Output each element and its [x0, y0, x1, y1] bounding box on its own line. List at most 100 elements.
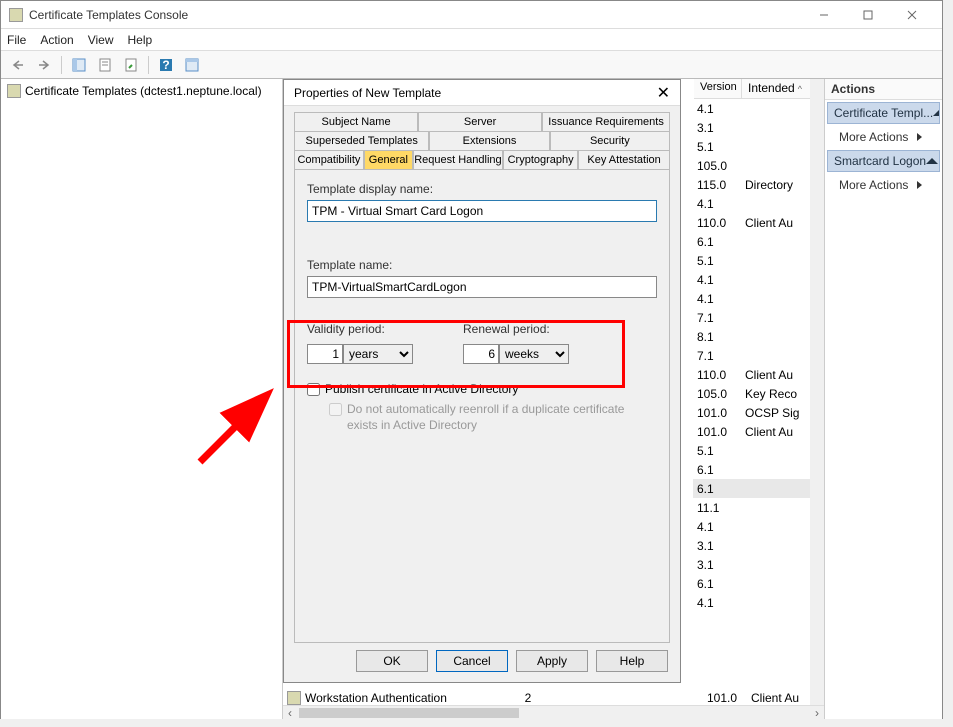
- properties-button[interactable]: [94, 54, 116, 76]
- more-actions-2[interactable]: More Actions: [825, 174, 942, 196]
- close-button[interactable]: [890, 1, 934, 29]
- list-row[interactable]: 6.1: [693, 460, 824, 479]
- list-row[interactable]: 5.1: [693, 441, 824, 460]
- properties-dialog: Properties of New Template ✕ Subject Nam…: [283, 79, 681, 683]
- list-row[interactable]: 3.1: [693, 536, 824, 555]
- toolbar: ?: [1, 51, 942, 79]
- list-row[interactable]: 101.0OCSP Sig: [693, 403, 824, 422]
- list-row[interactable]: 6.1: [693, 574, 824, 593]
- actions-group-smartcard[interactable]: Smartcard Logon: [827, 150, 940, 172]
- horizontal-scrollbar[interactable]: ‹ ›: [283, 705, 824, 719]
- validity-value-input[interactable]: [307, 344, 343, 364]
- tab-general[interactable]: General: [364, 150, 413, 169]
- list-row[interactable]: 4.1: [693, 517, 824, 536]
- list-row[interactable]: 110.0Client Au: [693, 365, 824, 384]
- cancel-button[interactable]: Cancel: [436, 650, 508, 672]
- maximize-button[interactable]: [846, 1, 890, 29]
- tab-compatibility[interactable]: Compatibility: [294, 150, 364, 169]
- list-row[interactable]: 8.1: [693, 327, 824, 346]
- list-row[interactable]: 6.1: [693, 232, 824, 251]
- show-tree-button[interactable]: [68, 54, 90, 76]
- display-name-label: Template display name:: [307, 182, 657, 196]
- window-title: Certificate Templates Console: [29, 8, 802, 22]
- chevron-right-icon: [917, 133, 928, 141]
- menu-file[interactable]: File: [7, 33, 26, 47]
- actions-group-templates[interactable]: Certificate Templ...: [827, 102, 940, 124]
- list-row[interactable]: 6.1: [693, 479, 824, 498]
- no-reenroll-label: Do not automatically reenroll if a dupli…: [347, 402, 657, 433]
- help-button[interactable]: ?: [155, 54, 177, 76]
- help-button[interactable]: Help: [596, 650, 668, 672]
- tab-server[interactable]: Server: [418, 112, 542, 131]
- list-header: Version Intended ^: [694, 79, 824, 99]
- menu-action[interactable]: Action: [40, 33, 73, 47]
- list-row[interactable]: 4.1: [693, 289, 824, 308]
- tab-key-attestation[interactable]: Key Attestation: [578, 150, 670, 169]
- view-button[interactable]: [181, 54, 203, 76]
- apply-button[interactable]: Apply: [516, 650, 588, 672]
- display-name-input[interactable]: [307, 200, 657, 222]
- tab-issuance[interactable]: Issuance Requirements: [542, 112, 670, 131]
- list-body: 4.13.15.1105.0115.0Directory4.1110.0Clie…: [693, 99, 824, 713]
- navigation-tree[interactable]: Certificate Templates (dctest1.neptune.l…: [1, 79, 283, 719]
- actions-header: Actions: [825, 79, 942, 100]
- list-row[interactable]: 4.1: [693, 99, 824, 118]
- list-row[interactable]: 5.1: [693, 251, 824, 270]
- list-row[interactable]: 105.0Key Reco: [693, 384, 824, 403]
- template-name-input[interactable]: [307, 276, 657, 298]
- certificate-templates-icon: [7, 84, 21, 98]
- menubar: File Action View Help: [1, 29, 942, 51]
- template-name-label: Template name:: [307, 258, 657, 272]
- tab-request-handling[interactable]: Request Handling: [413, 150, 503, 169]
- list-row[interactable]: 4.1: [693, 593, 824, 612]
- refresh-button[interactable]: [120, 54, 142, 76]
- list-row[interactable]: 5.1: [693, 137, 824, 156]
- tree-root[interactable]: Certificate Templates (dctest1.neptune.l…: [5, 83, 278, 99]
- menu-help[interactable]: Help: [128, 33, 153, 47]
- column-version[interactable]: Version: [694, 79, 742, 98]
- dialog-titlebar: Properties of New Template ✕: [284, 80, 680, 106]
- collapse-icon: [933, 110, 940, 116]
- list-row[interactable]: 3.1: [693, 118, 824, 137]
- tree-root-label: Certificate Templates (dctest1.neptune.l…: [25, 84, 262, 98]
- template-icon: [287, 691, 301, 705]
- list-row[interactable]: 110.0Client Au: [693, 213, 824, 232]
- renewal-unit-select[interactable]: weeks: [499, 344, 569, 364]
- list-row[interactable]: 3.1: [693, 555, 824, 574]
- publish-label: Publish certificate in Active Directory: [325, 382, 518, 396]
- list-row[interactable]: 101.0Client Au: [693, 422, 824, 441]
- renewal-label: Renewal period:: [463, 322, 569, 336]
- tab-panel-general: Template display name: Template name: Va…: [294, 169, 670, 643]
- forward-button[interactable]: [33, 54, 55, 76]
- validity-label: Validity period:: [307, 322, 413, 336]
- more-actions-1[interactable]: More Actions: [825, 126, 942, 148]
- svg-text:?: ?: [162, 58, 169, 72]
- collapse-icon: [926, 158, 938, 164]
- back-button[interactable]: [7, 54, 29, 76]
- tab-extensions[interactable]: Extensions: [429, 131, 549, 150]
- list-row[interactable]: 11.1: [693, 498, 824, 517]
- chevron-right-icon: [917, 181, 928, 189]
- ok-button[interactable]: OK: [356, 650, 428, 672]
- no-reenroll-checkbox: [329, 403, 342, 416]
- actions-panel: Actions Certificate Templ... More Action…: [825, 79, 942, 719]
- tab-superseded[interactable]: Superseded Templates: [294, 131, 429, 150]
- titlebar: Certificate Templates Console: [1, 1, 942, 29]
- publish-checkbox[interactable]: [307, 383, 320, 396]
- list-row[interactable]: 105.0: [693, 156, 824, 175]
- list-row[interactable]: 7.1: [693, 308, 824, 327]
- dialog-title: Properties of New Template: [294, 86, 441, 100]
- tab-subject-name[interactable]: Subject Name: [294, 112, 418, 131]
- list-row[interactable]: 7.1: [693, 346, 824, 365]
- renewal-value-input[interactable]: [463, 344, 499, 364]
- list-row[interactable]: 4.1: [693, 194, 824, 213]
- dialog-close-button[interactable]: ✕: [657, 83, 670, 103]
- menu-view[interactable]: View: [88, 33, 114, 47]
- list-row[interactable]: 4.1: [693, 270, 824, 289]
- list-row[interactable]: 115.0Directory: [693, 175, 824, 194]
- minimize-button[interactable]: [802, 1, 846, 29]
- vertical-scrollbar[interactable]: [810, 79, 824, 705]
- tab-cryptography[interactable]: Cryptography: [503, 150, 578, 169]
- tab-security[interactable]: Security: [550, 131, 670, 150]
- validity-unit-select[interactable]: years: [343, 344, 413, 364]
